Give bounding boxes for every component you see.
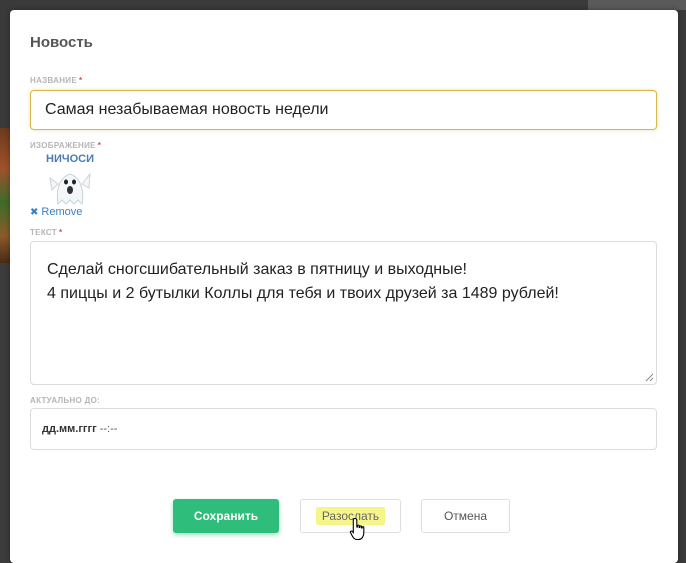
backdrop-strip: [588, 0, 686, 10]
title-input[interactable]: Самая незабываемая новость недели: [30, 90, 657, 130]
title-field-label: НАЗВАНИЕ *: [30, 76, 82, 85]
required-mark: *: [79, 76, 83, 85]
news-image-thumbnail: НИЧОСИ: [46, 153, 94, 206]
text-label-text: ТЕКСТ: [30, 228, 57, 237]
required-mark: *: [97, 141, 102, 150]
save-button[interactable]: Сохранить: [173, 499, 279, 533]
title-label-text: НАЗВАНИЕ: [30, 76, 77, 85]
expiry-date-input[interactable]: дд.мм.гггг --:--: [30, 408, 657, 450]
text-field-label: ТЕКСТ *: [30, 228, 62, 237]
date-field-label: АКТУАЛЬНО ДО:: [30, 396, 101, 405]
image-field-label: ИЗОБРАЖЕНИЕ *: [30, 141, 101, 150]
resize-grip-icon[interactable]: [645, 373, 654, 382]
cancel-button[interactable]: Отмена: [421, 499, 510, 533]
close-icon: ✖: [30, 206, 39, 218]
time-placeholder: --:--: [99, 423, 118, 435]
text-textarea[interactable]: Сделай сногсшибательный заказ в пятницу …: [30, 241, 657, 385]
cancel-button-label: Отмена: [443, 509, 488, 523]
text-line: 4 пиццы и 2 бутылки Коллы для тебя и тво…: [47, 285, 559, 302]
date-placeholder: дд.мм.гггг: [42, 423, 97, 435]
news-modal: Новость НАЗВАНИЕ * Самая незабываемая нов…: [10, 10, 678, 563]
image-caption: НИЧОСИ: [46, 153, 94, 165]
modal-title: Новость: [30, 34, 93, 51]
title-input-value: Самая незабываемая новость недели: [45, 101, 329, 118]
remove-label: Remove: [41, 206, 83, 218]
remove-image-link[interactable]: ✖ Remove: [30, 206, 82, 218]
text-line: Сделай сногсшибательный заказ в пятницу …: [47, 261, 467, 278]
save-button-label: Сохранить: [193, 509, 259, 523]
required-mark: *: [58, 228, 63, 237]
image-label-text: ИЗОБРАЖЕНИЕ: [30, 141, 96, 150]
hand-cursor-icon: [349, 517, 365, 541]
